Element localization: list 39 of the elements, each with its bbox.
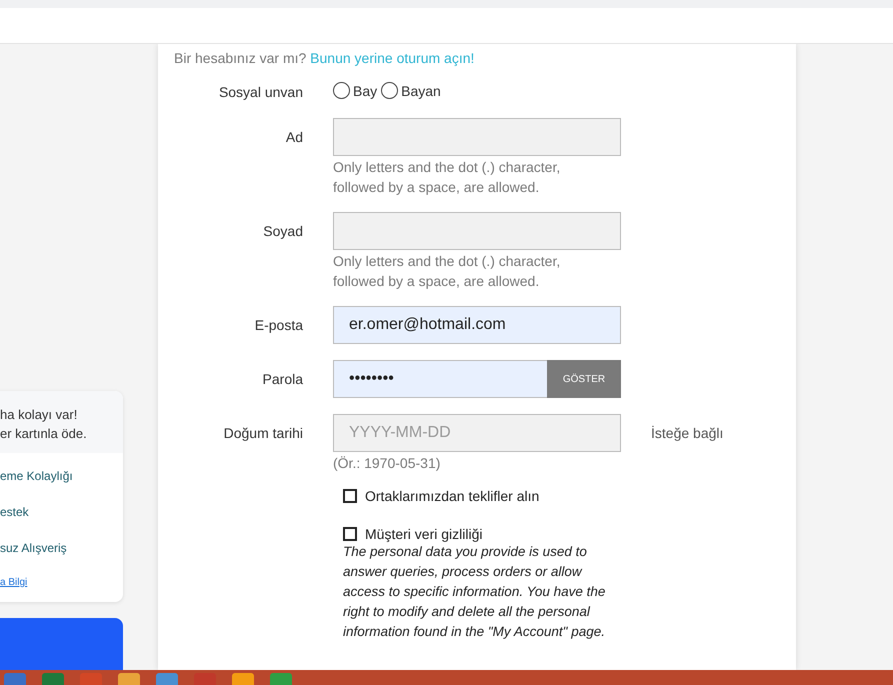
app-icon[interactable] [118,673,140,685]
input-field[interactable] [333,118,621,156]
checkbox[interactable] [343,489,357,503]
field-label: Ad [284,128,304,147]
app-icon[interactable] [270,673,292,685]
promo-heading: ha kolayı var! [0,407,78,422]
field-label: Doğum tarihi [222,424,304,443]
optional-note: İsteğe bağlı [651,425,724,441]
radio-label: Bay [353,82,378,98]
promo-link[interactable]: eme Kolaylığı [0,469,123,483]
app-icon[interactable] [42,673,64,685]
date-field[interactable]: YYYY-MM-DD [333,414,621,452]
promo-heading: er kartınla öde. [0,426,88,441]
promo-link[interactable]: estek [0,505,123,519]
email-field[interactable]: er.omer@hotmail.com [333,306,621,344]
radio-button[interactable] [381,82,398,99]
app-icon[interactable] [156,673,178,685]
help-text: Only letters and the dot (.) character, followed by a space, are allowed. [333,252,562,291]
checkbox-label: Müşteri veri gizliliği [365,526,482,542]
field-label: Soyad [262,222,304,241]
password-field[interactable]: •••••••• [333,360,547,398]
field-label: Parola [262,370,304,389]
promo-link[interactable]: suz Alışveriş [0,541,123,555]
checkbox[interactable] [343,527,357,541]
app-icon[interactable] [80,673,102,685]
login-prompt: Bir hesabınız var mı? Bunun yerine oturum açın! [174,49,476,68]
input-field[interactable] [333,212,621,250]
field-label: Sosyal unvan [218,83,304,102]
app-icon[interactable] [4,673,26,685]
radio-button[interactable] [333,82,350,99]
app-icon[interactable] [232,673,254,685]
checkbox-label: Ortaklarımızdan teklifler alın [365,488,540,504]
field-label: E-posta [254,316,304,335]
radio-label: Bayan [401,82,441,98]
help-text: Only letters and the dot (.) character, followed by a space, are allowed. [333,158,562,197]
privacy-note: The personal data you provide is used to answer queries, process orders or allow access to specific information. You have the right to modify and delete all the personal information found in the "My Account" page. [343,543,606,641]
show-button[interactable]: GÖSTER [547,360,621,398]
more-info-link[interactable]: a Bilgi [0,577,123,588]
example-text: (Ör.: 1970-05-31) [333,454,442,473]
